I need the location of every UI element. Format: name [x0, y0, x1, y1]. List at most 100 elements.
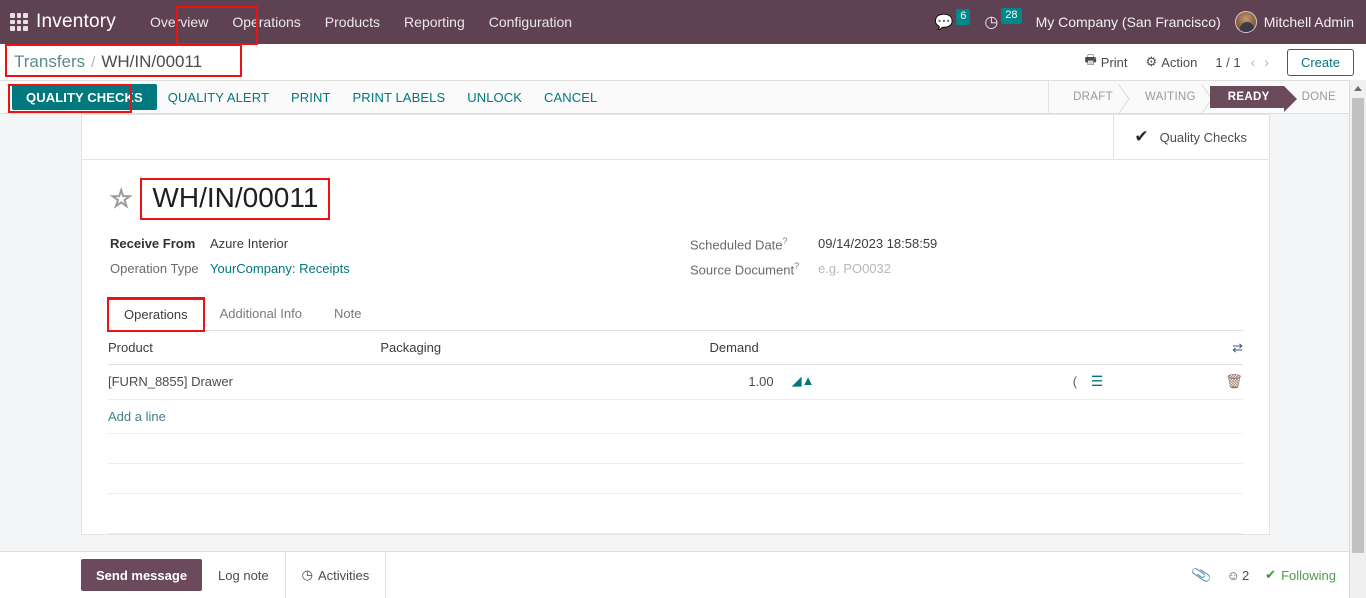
value-source-document[interactable]: e.g. PO0032 — [818, 261, 1243, 277]
menu-products[interactable]: Products — [313, 1, 392, 43]
sliders-icon: ⇄ — [1232, 339, 1243, 355]
navbar-right-group: 💬 6 ◷ 28 My Company (San Francisco) Mitc… — [935, 8, 1354, 33]
partial-paren-glyph: ( — [1072, 373, 1078, 389]
add-line-cell: Add a line — [108, 399, 1243, 434]
column-header-spacer — [777, 330, 1073, 365]
control-panel-actions: 🖶 Print ⚙ Action 1 / 1 ‹ › Create — [1085, 48, 1354, 76]
column-header-demand[interactable]: Demand — [709, 330, 778, 365]
stage-waiting[interactable]: WAITING — [1127, 86, 1210, 108]
create-button[interactable]: Create — [1286, 48, 1354, 76]
scrollbar-thumb[interactable] — [1352, 98, 1364, 553]
value-receive-from[interactable]: Azure Interior — [210, 236, 690, 252]
tab-operations[interactable]: Operations — [107, 296, 205, 332]
operations-table-body: [FURN_8855] Drawer 1.00 ◢▲ ( ☰ 🗑 Add a l… — [108, 364, 1243, 534]
label-operation-type: Operation Type — [110, 260, 199, 276]
apps-grid-icon[interactable] — [8, 11, 30, 33]
pager-next-icon[interactable]: › — [1264, 54, 1269, 70]
menu-operations[interactable]: Operations — [220, 1, 312, 43]
sheet-body: ☆ WH/IN/00011 Receive From Azure Interio… — [82, 160, 1269, 534]
button-print[interactable]: PRINT — [280, 81, 342, 113]
tab-note[interactable]: Note — [318, 298, 377, 331]
vertical-scrollbar[interactable] — [1349, 80, 1366, 598]
clock-icon: ◷ — [301, 567, 313, 582]
favorite-star-icon[interactable]: ☆ — [109, 185, 133, 211]
print-menu-button[interactable]: 🖶 Print — [1085, 51, 1128, 73]
breadcrumb-transfers[interactable]: Transfers — [14, 52, 85, 72]
following-label: Following — [1281, 567, 1336, 583]
company-switcher[interactable]: My Company (San Francisco) — [1036, 14, 1221, 30]
filler-row-2 — [108, 463, 1243, 494]
action-label: Action — [1161, 54, 1198, 70]
stat-button-quality-checks[interactable]: ✔ Quality Checks — [1113, 115, 1269, 159]
button-unlock[interactable]: UNLOCK — [456, 81, 533, 113]
filler-cell-3 — [108, 493, 1243, 533]
cell-delete: 🗑 — [1208, 364, 1243, 400]
followers-button[interactable]: ☺ 2 — [1227, 568, 1250, 583]
button-print-labels[interactable]: PRINT LABELS — [342, 81, 457, 113]
label-source-document: Source Document? — [690, 260, 800, 277]
field-group-right: Scheduled Date? 09/14/2023 18:58:59 Sour… — [690, 236, 1243, 277]
messages-count-badge: 6 — [956, 9, 971, 25]
cell-demand[interactable]: 1.00 — [709, 364, 778, 400]
control-panel: Transfers / WH/IN/00011 🖶 Print ⚙ Action… — [0, 44, 1366, 81]
field-group-left: Receive From Azure Interior Operation Ty… — [110, 236, 690, 277]
forecast-chart-icon[interactable]: ◢▲ — [792, 373, 815, 388]
followers-count: 2 — [1241, 567, 1250, 583]
value-scheduled-date[interactable]: 09/14/2023 18:58:59 — [818, 236, 1243, 252]
pager-arrows: ‹ › — [1251, 54, 1269, 70]
help-icon-source-document[interactable]: ? — [794, 261, 799, 271]
messages-button[interactable]: 💬 6 — [935, 9, 971, 31]
cell-product[interactable]: [FURN_8855] Drawer — [108, 364, 381, 400]
record-name-input[interactable]: WH/IN/00011 — [140, 178, 331, 221]
user-menu[interactable]: Mitchell Admin — [1234, 11, 1354, 33]
menu-configuration[interactable]: Configuration — [477, 1, 584, 43]
user-name-label: Mitchell Admin — [1263, 14, 1354, 30]
column-header-actions — [1072, 330, 1209, 365]
stage-draft[interactable]: DRAFT — [1055, 86, 1127, 108]
form-view-area: ✔ Quality Checks ☆ WH/IN/00011 Receive F… — [0, 114, 1366, 551]
stage-done[interactable]: DONE — [1284, 86, 1350, 108]
column-header-packaging[interactable]: Packaging — [380, 330, 710, 365]
trash-icon[interactable]: 🗑 — [1225, 373, 1243, 389]
stage-ready[interactable]: READY — [1209, 86, 1297, 112]
table-header-row: Product Packaging Demand ⇄ — [108, 330, 1243, 365]
activities-button[interactable]: ◷ 28 — [984, 8, 1022, 32]
activities-label: Activities — [318, 567, 370, 583]
top-navbar: Inventory Overview Operations Products R… — [0, 0, 1366, 44]
following-toggle[interactable]: ✔ Following — [1265, 567, 1336, 583]
filler-row-1 — [108, 433, 1243, 464]
pager-previous-icon[interactable]: ‹ — [1251, 54, 1256, 70]
action-menu-button[interactable]: ⚙ Action — [1146, 54, 1198, 70]
button-quality-checks[interactable]: QUALITY CHECKS — [12, 84, 157, 110]
button-cancel[interactable]: CANCEL — [533, 81, 608, 113]
avatar — [1234, 11, 1257, 33]
table-row[interactable]: [FURN_8855] Drawer 1.00 ◢▲ ( ☰ 🗑 — [108, 364, 1243, 400]
filler-cell-1 — [108, 433, 1243, 464]
filler-row-3 — [108, 493, 1243, 534]
paperclip-icon[interactable]: 📎 — [1190, 564, 1212, 586]
help-icon-scheduled-date[interactable]: ? — [783, 236, 788, 246]
menu-overview[interactable]: Overview — [138, 1, 220, 43]
cell-packaging[interactable] — [380, 364, 710, 400]
button-quality-alert[interactable]: QUALITY ALERT — [157, 81, 280, 113]
column-header-product[interactable]: Product — [108, 330, 381, 365]
add-a-line-button[interactable]: Add a line — [108, 400, 1243, 433]
notebook: Operations Additional Info Note Product … — [107, 296, 1243, 534]
check-icon: ✔ — [1265, 567, 1277, 582]
scrollbar-up-arrow-icon[interactable] — [1350, 80, 1366, 97]
clock-icon: ◷ — [984, 14, 999, 31]
value-operation-type[interactable]: YourCompany: Receipts — [210, 261, 690, 277]
tab-additional-info[interactable]: Additional Info — [204, 298, 318, 331]
app-brand-inventory[interactable]: Inventory — [36, 11, 116, 33]
filler-cell-2 — [108, 463, 1243, 494]
form-sheet: ✔ Quality Checks ☆ WH/IN/00011 Receive F… — [81, 114, 1270, 535]
send-message-button[interactable]: Send message — [81, 559, 203, 591]
menu-reporting[interactable]: Reporting — [392, 1, 477, 43]
label-scheduled-date: Scheduled Date? — [690, 236, 788, 253]
activities-button[interactable]: ◷ Activities — [284, 552, 387, 598]
activities-count-badge: 28 — [1001, 8, 1022, 24]
operations-table: Product Packaging Demand ⇄ [FURN_8855] D… — [108, 330, 1243, 534]
optional-columns-toggle[interactable]: ⇄ — [1208, 330, 1243, 365]
detailed-operations-icon[interactable]: ☰ — [1091, 373, 1104, 389]
log-note-button[interactable]: Log note — [202, 552, 285, 598]
